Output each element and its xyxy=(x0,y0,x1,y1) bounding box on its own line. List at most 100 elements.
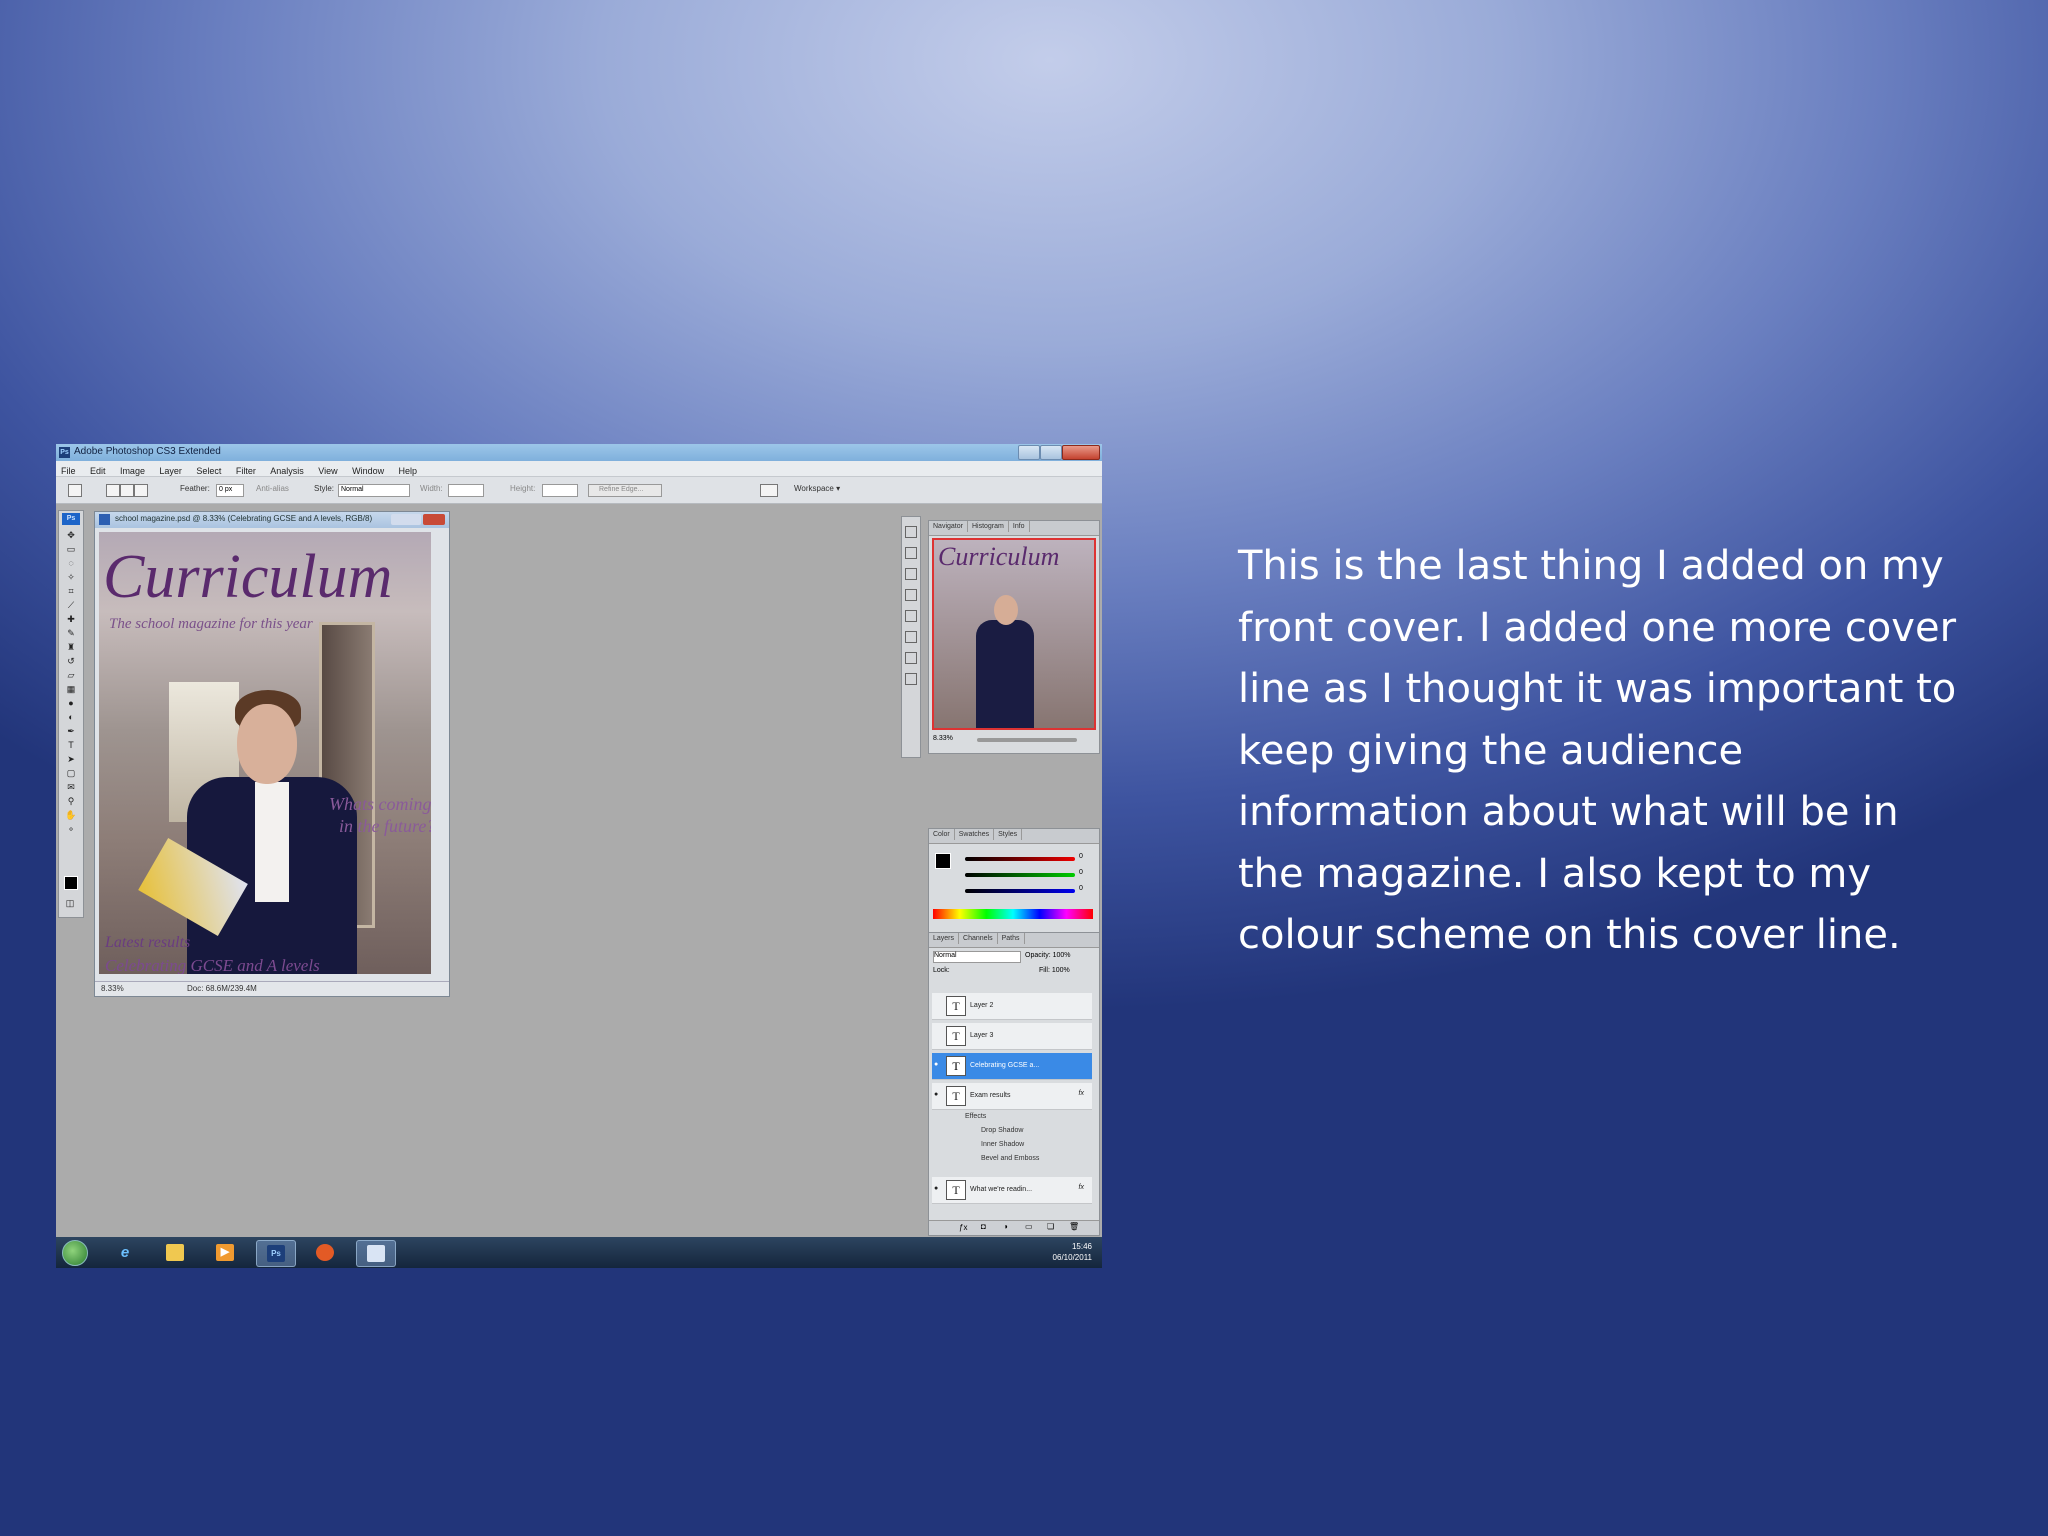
tab-styles[interactable]: Styles xyxy=(994,829,1023,840)
taskbar-ie[interactable]: e xyxy=(106,1240,144,1265)
blend-mode-select[interactable]: Normal xyxy=(933,951,1021,963)
feather-input[interactable]: 0 px xyxy=(216,484,244,497)
slice-tool-icon[interactable]: ⟋ xyxy=(64,599,78,612)
menu-file[interactable]: File xyxy=(56,464,81,476)
taskbar-photoshop[interactable]: Ps xyxy=(256,1240,296,1267)
eye-icon[interactable]: ● xyxy=(934,1185,942,1193)
move-tool-icon[interactable]: ✥ xyxy=(64,529,78,542)
workspace-menu[interactable]: Workspace ▾ xyxy=(794,484,840,493)
tab-paths[interactable]: Paths xyxy=(998,933,1025,944)
layer-row[interactable]: ● T Exam results fx xyxy=(932,1083,1092,1110)
taskbar-media-player[interactable]: ▶ xyxy=(206,1240,244,1265)
tab-swatches[interactable]: Swatches xyxy=(955,829,995,840)
add-mask-icon[interactable]: ◘ xyxy=(981,1222,986,1231)
blue-slider[interactable] xyxy=(965,889,1075,893)
navigator-zoom-slider[interactable] xyxy=(977,738,1077,742)
menu-window[interactable]: Window xyxy=(347,464,389,476)
green-value[interactable]: 0 xyxy=(1079,869,1083,876)
navigator-thumbnail[interactable]: Curriculum xyxy=(932,538,1096,730)
menu-filter[interactable]: Filter xyxy=(231,464,261,476)
navigator-zoom[interactable]: 8.33% xyxy=(933,735,953,742)
layer-row[interactable]: ● T What we're readin... fx xyxy=(932,1177,1092,1204)
tool-preset-icon[interactable] xyxy=(760,484,778,497)
start-button[interactable] xyxy=(62,1240,88,1266)
add-selection-icon[interactable] xyxy=(120,484,134,497)
gradient-tool-icon[interactable]: ▦ xyxy=(64,683,78,696)
character-panel-icon[interactable] xyxy=(905,631,917,643)
menu-analysis[interactable]: Analysis xyxy=(265,464,309,476)
notes-tool-icon[interactable]: ✉ xyxy=(64,781,78,794)
fill-field[interactable]: Fill: 100% xyxy=(1039,967,1070,974)
taskbar-powerpoint[interactable] xyxy=(356,1240,396,1267)
blue-value[interactable]: 0 xyxy=(1079,885,1083,892)
tab-layers[interactable]: Layers xyxy=(929,933,960,944)
tool-presets-icon[interactable] xyxy=(905,568,917,580)
tab-info[interactable]: Info xyxy=(1009,521,1030,532)
new-selection-icon[interactable] xyxy=(106,484,120,497)
tab-channels[interactable]: Channels xyxy=(959,933,998,944)
zoom-readout[interactable]: 8.33% xyxy=(101,984,124,993)
brush-tool-icon[interactable]: ✎ xyxy=(64,627,78,640)
menu-edit[interactable]: Edit xyxy=(85,464,111,476)
green-slider[interactable] xyxy=(965,873,1075,877)
close-button[interactable] xyxy=(1062,445,1100,460)
new-group-icon[interactable]: ▭ xyxy=(1025,1222,1033,1231)
eye-icon[interactable]: ● xyxy=(934,1061,942,1069)
pen-tool-icon[interactable]: ✒ xyxy=(64,725,78,738)
crop-tool-icon[interactable]: ⌗ xyxy=(64,585,78,598)
minimize-button[interactable] xyxy=(1018,445,1040,460)
system-tray[interactable]: 15:46 06/10/2011 xyxy=(1053,1241,1092,1263)
eraser-tool-icon[interactable]: ▱ xyxy=(64,669,78,682)
paragraph-panel-icon[interactable] xyxy=(905,652,917,664)
document-minimize-button[interactable] xyxy=(391,514,421,525)
marquee-preset-icon[interactable] xyxy=(68,484,82,497)
effects-group[interactable]: Effects xyxy=(965,1113,986,1120)
style-select[interactable]: Normal xyxy=(338,484,410,497)
magic-wand-tool-icon[interactable]: ✧ xyxy=(64,571,78,584)
taskbar-firefox[interactable] xyxy=(306,1240,344,1265)
menu-image[interactable]: Image xyxy=(115,464,150,476)
lasso-tool-icon[interactable]: ◌ xyxy=(64,557,78,570)
color-spectrum-ramp[interactable] xyxy=(933,909,1093,919)
menu-help[interactable]: Help xyxy=(394,464,423,476)
red-value[interactable]: 0 xyxy=(1079,853,1083,860)
quick-mask-icon[interactable]: ◫ xyxy=(63,897,77,910)
menu-select[interactable]: Select xyxy=(191,464,226,476)
hand-tool-icon[interactable]: ✋ xyxy=(64,809,78,822)
foreground-color-swatch[interactable] xyxy=(64,876,78,890)
dodge-tool-icon[interactable]: ◐ xyxy=(64,711,78,724)
delete-layer-icon[interactable]: 🗑 xyxy=(1069,1222,1079,1231)
type-tool-icon[interactable]: T xyxy=(64,739,78,752)
fx-icon[interactable]: fx xyxy=(1079,1090,1084,1097)
layer-row[interactable]: T Layer 2 xyxy=(932,993,1092,1020)
clone-stamp-tool-icon[interactable]: ♜ xyxy=(64,641,78,654)
tab-histogram[interactable]: Histogram xyxy=(968,521,1009,532)
path-selection-tool-icon[interactable]: ➤ xyxy=(64,753,78,766)
tab-color[interactable]: Color xyxy=(929,829,955,840)
height-input[interactable] xyxy=(542,484,578,497)
shape-tool-icon[interactable]: ▢ xyxy=(64,767,78,780)
healing-brush-tool-icon[interactable]: ✚ xyxy=(64,613,78,626)
clone-source-icon[interactable] xyxy=(905,610,917,622)
actions-panel-icon[interactable] xyxy=(905,547,917,559)
brushes-panel-icon[interactable] xyxy=(905,589,917,601)
menu-view[interactable]: View xyxy=(313,464,342,476)
layer-row-selected[interactable]: ● T Celebrating GCSE a... xyxy=(932,1053,1092,1080)
eye-icon[interactable]: ● xyxy=(934,1091,942,1099)
effect-drop-shadow[interactable]: Drop Shadow xyxy=(981,1127,1023,1134)
subtract-selection-icon[interactable] xyxy=(134,484,148,497)
marquee-tool-icon[interactable]: ▭ xyxy=(64,543,78,556)
eyedropper-tool-icon[interactable]: ⚲ xyxy=(64,795,78,808)
taskbar-explorer[interactable] xyxy=(156,1240,194,1265)
refine-edge-button[interactable]: Refine Edge... xyxy=(588,484,662,497)
history-panel-icon[interactable] xyxy=(905,526,917,538)
new-layer-icon[interactable]: ❏ xyxy=(1047,1222,1054,1231)
zoom-tool-icon[interactable]: ⚬ xyxy=(64,823,78,836)
red-slider[interactable] xyxy=(965,857,1075,861)
maximize-button[interactable] xyxy=(1040,445,1062,460)
add-style-icon[interactable]: ƒx xyxy=(959,1223,967,1232)
menu-layer[interactable]: Layer xyxy=(154,464,187,476)
opacity-field[interactable]: Opacity: 100% xyxy=(1025,952,1071,959)
tab-navigator[interactable]: Navigator xyxy=(929,521,968,532)
history-brush-tool-icon[interactable]: ↺ xyxy=(64,655,78,668)
